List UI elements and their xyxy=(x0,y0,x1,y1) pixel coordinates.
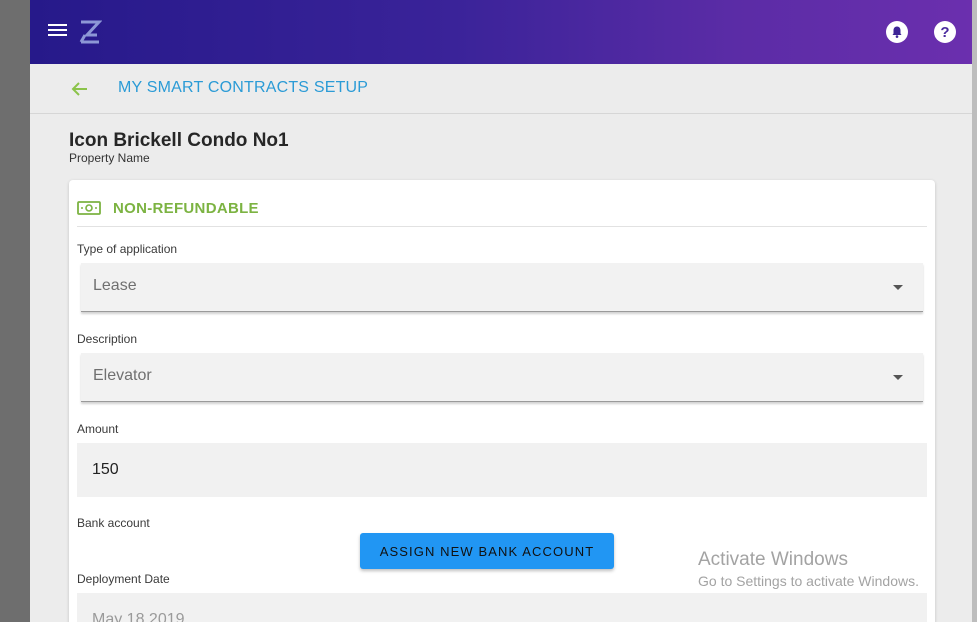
logo-icon[interactable] xyxy=(78,18,102,46)
deployment-date-label: Deployment Date xyxy=(77,572,170,586)
amount-label: Amount xyxy=(77,422,119,436)
card-title: NON-REFUNDABLE xyxy=(113,199,259,217)
property-name-label: Property Name xyxy=(69,151,150,165)
page-header: MY SMART CONTRACTS SETUP xyxy=(30,64,972,114)
type-of-application-select[interactable]: Lease xyxy=(81,263,923,312)
bell-icon[interactable] xyxy=(886,21,908,43)
type-of-application-value: Lease xyxy=(93,277,137,294)
description-value: Elevator xyxy=(93,367,152,384)
hamburger-menu-icon[interactable] xyxy=(48,22,70,42)
description-label: Description xyxy=(77,332,138,346)
watermark-subtitle: Go to Settings to activate Windows. xyxy=(698,573,919,589)
amount-value: 150 xyxy=(92,461,119,478)
chevron-down-icon xyxy=(893,375,903,380)
chevron-down-icon xyxy=(893,285,903,290)
page-title: MY SMART CONTRACTS SETUP xyxy=(118,79,369,96)
money-icon xyxy=(77,201,101,215)
property-name: Icon Brickell Condo No1 xyxy=(69,130,289,151)
bank-account-label: Bank account xyxy=(77,516,150,530)
left-panel-edge xyxy=(0,0,30,622)
deployment-date-value: May 18 2019 xyxy=(92,611,185,622)
help-glyph: ? xyxy=(940,23,950,41)
activate-windows-watermark: Activate Windows Go to Settings to activ… xyxy=(698,549,919,589)
top-app-bar: ? xyxy=(30,0,972,64)
description-select[interactable]: Elevator xyxy=(81,353,923,402)
assign-bank-account-button[interactable]: ASSIGN NEW BANK ACCOUNT xyxy=(360,533,614,569)
divider xyxy=(77,226,927,227)
deployment-date-field[interactable]: May 18 2019 xyxy=(77,593,927,622)
type-of-application-label: Type of application xyxy=(77,242,178,256)
app-window: ? MY SMART CONTRACTS SETUP Icon Brickell… xyxy=(30,0,972,622)
scrollbar[interactable] xyxy=(972,0,977,622)
arrow-back-icon[interactable] xyxy=(68,78,90,100)
help-icon[interactable]: ? xyxy=(934,21,956,43)
amount-field[interactable]: 150 xyxy=(77,443,927,497)
watermark-title: Activate Windows xyxy=(698,549,848,570)
card-header: NON-REFUNDABLE xyxy=(77,198,259,218)
